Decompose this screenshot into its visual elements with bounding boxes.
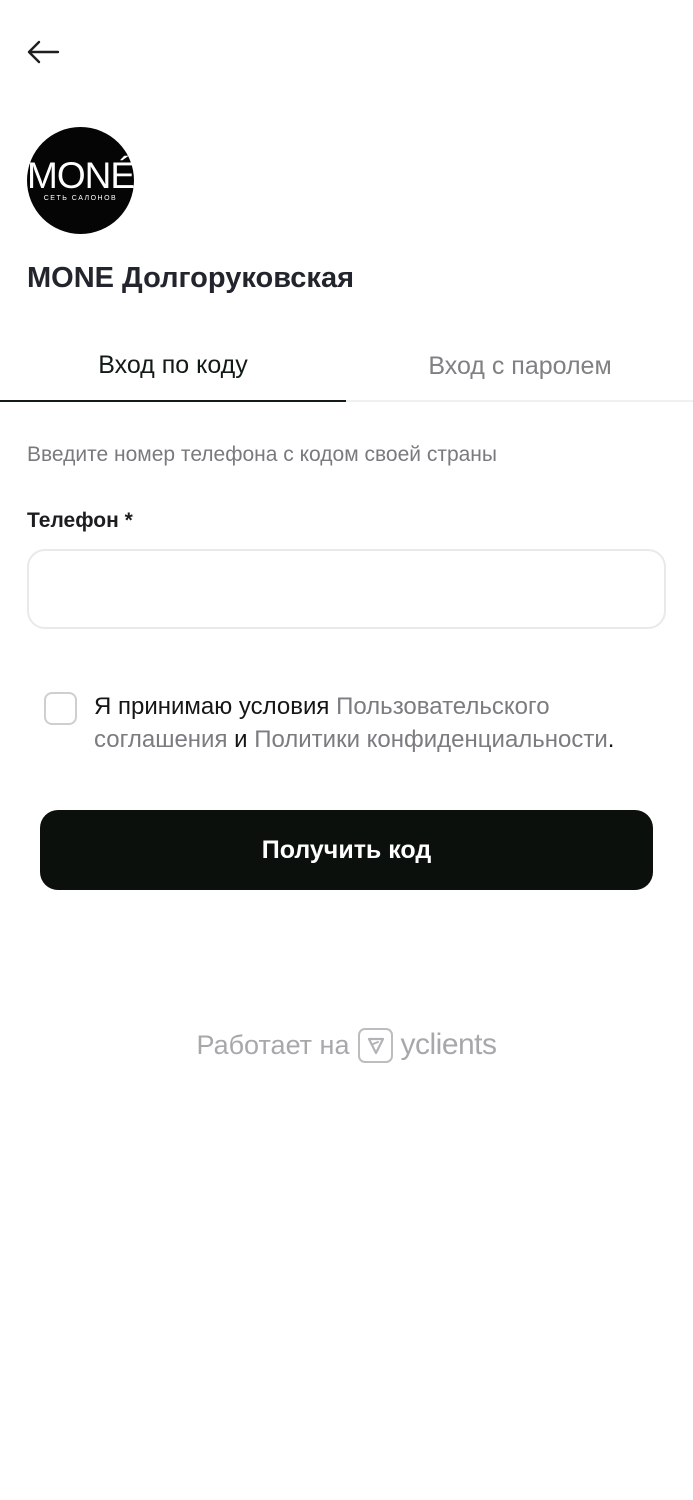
back-button[interactable] [26,30,82,78]
phone-input[interactable] [27,549,666,629]
salon-logo: MONÉ СЕТЬ САЛОНОВ [27,127,135,234]
agreement-checkbox[interactable] [44,692,77,725]
login-tabs: Вход по коду Вход с паролем [0,330,693,402]
page-title: MONE Долгоруковская [27,262,355,294]
powered-by: Работает на yclients [0,1022,693,1068]
privacy-policy-link[interactable]: Политики конфиденциальности [254,726,608,753]
powered-by-label: Работает на [196,1029,350,1060]
tab-login-with-password[interactable]: Вход с паролем [347,330,693,402]
agreement-suffix: . [607,726,615,753]
phone-hint: Введите номер телефона с кодом своей стр… [27,443,497,466]
agreement-conjunction: и [227,726,255,753]
tab-login-by-code[interactable]: Вход по коду [0,330,346,402]
get-code-button[interactable]: Получить код [40,810,653,890]
agreement-prefix: Я принимаю условия [94,693,337,720]
logo-wordmark: MONÉ [27,155,135,196]
logo-subtitle: СЕТЬ САЛОНОВ [43,195,118,202]
yclients-logo-icon [358,1027,394,1063]
yclients-wordmark: yclients [400,1028,497,1061]
arrow-left-icon [26,40,60,69]
phone-label: Телефон * [27,509,133,532]
agreement-text: Я принимаю условия Пользовательского сог… [94,690,654,756]
